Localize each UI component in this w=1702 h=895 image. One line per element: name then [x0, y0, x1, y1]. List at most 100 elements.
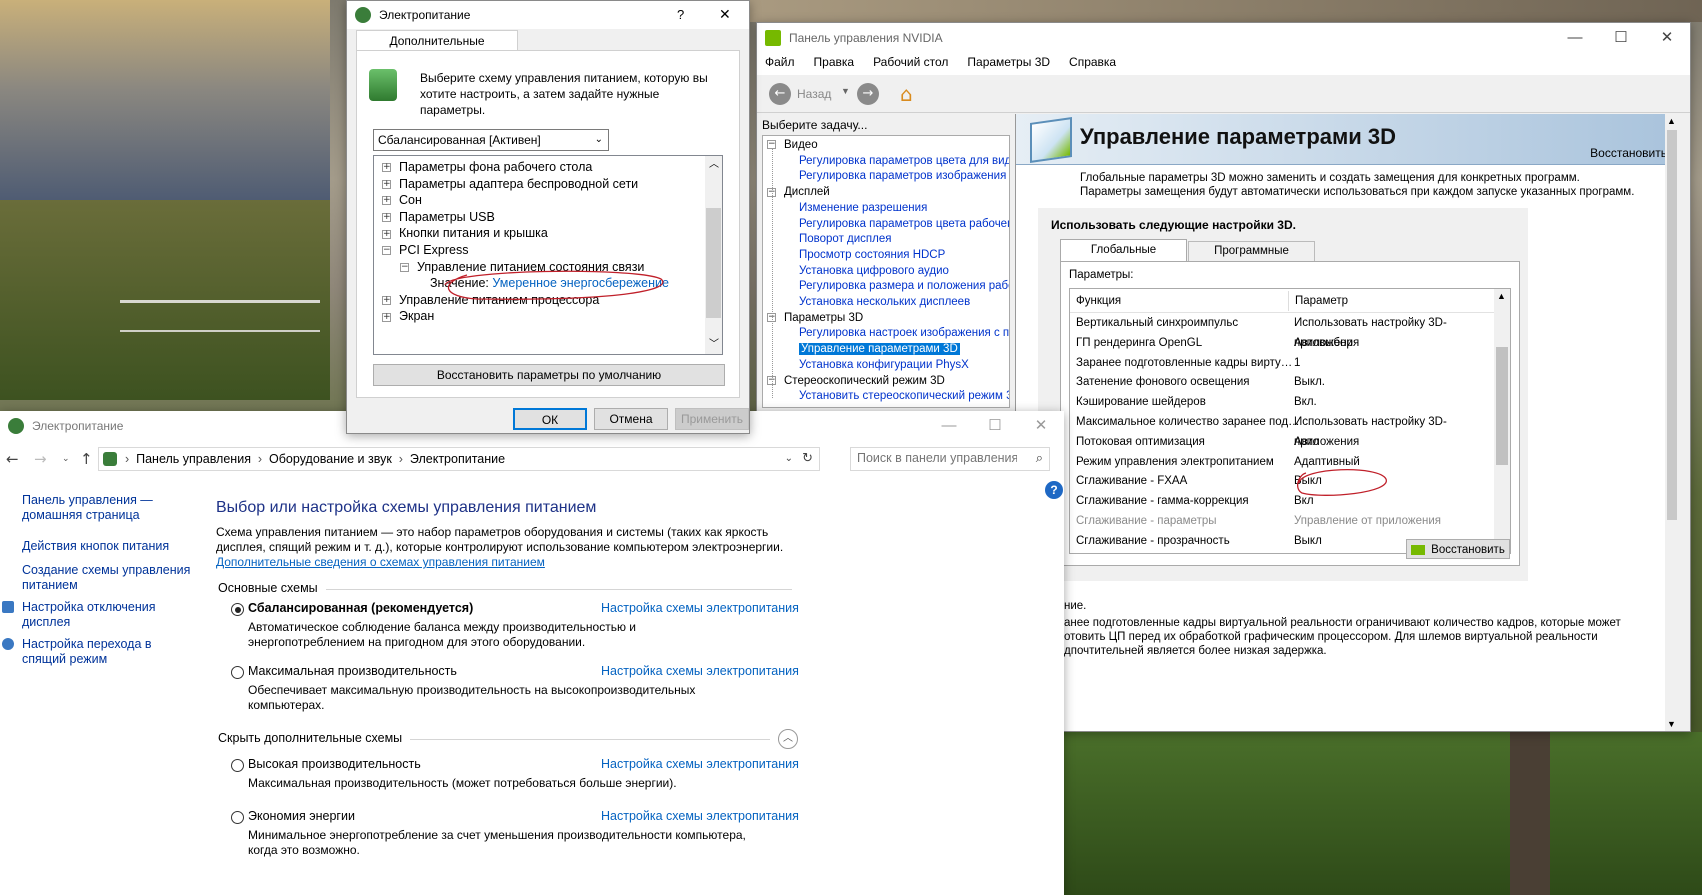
- header-restore-link[interactable]: Восстановить: [1590, 146, 1667, 160]
- tree-scroll-up-icon[interactable]: ︿: [709, 156, 719, 174]
- task-category[interactable]: − Параметры 3D: [767, 311, 863, 325]
- task-item[interactable]: Поворот дисплея: [799, 232, 891, 246]
- sidebar-power-buttons-link[interactable]: Действия кнопок питания: [22, 539, 192, 554]
- plan-name[interactable]: Экономия энергии: [248, 809, 355, 823]
- task-item-selected[interactable]: Управление параметрами 3D: [799, 342, 960, 356]
- table-row[interactable]: Сглаживание - FXAA Выкл: [1070, 471, 1494, 491]
- table-row[interactable]: ГП рендеринга OpenGL Автовыбор: [1070, 333, 1494, 353]
- maximize-button[interactable]: ☐: [972, 411, 1018, 441]
- plan-radio[interactable]: [231, 759, 244, 772]
- menu-3d-settings[interactable]: Параметры 3D: [967, 53, 1050, 75]
- menu-help[interactable]: Справка: [1069, 53, 1116, 75]
- tree-scroll-down-icon[interactable]: ﹀: [709, 336, 719, 354]
- sidebar-display-off-link[interactable]: Настройка отключения дисплея: [22, 600, 172, 630]
- plan-radio[interactable]: [231, 666, 244, 679]
- expand-toggle-icon[interactable]: +: [382, 163, 391, 173]
- scroll-up-icon[interactable]: ▲: [1497, 291, 1506, 301]
- plan-settings-link[interactable]: Настройка схемы электропитания: [601, 664, 799, 678]
- content-scroll-up-icon[interactable]: ▲: [1667, 116, 1676, 126]
- collapse-chevron-icon[interactable]: ︿: [778, 729, 798, 749]
- address-dropdown-icon[interactable]: ⌄: [785, 448, 793, 470]
- plan-settings-link[interactable]: Настройка схемы электропитания: [601, 757, 799, 771]
- task-item[interactable]: Регулировка параметров цвета рабочег: [799, 217, 1009, 231]
- task-item[interactable]: Установка конфигурации PhysX: [799, 358, 969, 372]
- help-button[interactable]: ?: [677, 7, 684, 22]
- task-item[interactable]: Регулировка размера и положения рабо: [799, 279, 1009, 293]
- tree-scrollbar[interactable]: ︿ ﹀: [705, 156, 722, 354]
- tab-global[interactable]: Глобальные параметры: [1060, 239, 1187, 276]
- cancel-button[interactable]: Отмена: [594, 408, 668, 430]
- expand-toggle-icon[interactable]: +: [382, 196, 391, 206]
- tree-item[interactable]: + Параметры фона рабочего стола: [382, 158, 592, 176]
- menu-file[interactable]: Файл: [765, 53, 795, 75]
- search-box[interactable]: ⌕: [850, 447, 1050, 471]
- expand-toggle-icon[interactable]: +: [382, 296, 391, 305]
- refresh-icon[interactable]: ↻: [802, 448, 813, 470]
- menu-desktop[interactable]: Рабочий стол: [873, 53, 948, 75]
- task-category[interactable]: − Дисплей: [767, 185, 830, 199]
- tree-item[interactable]: + Экран: [382, 307, 434, 325]
- minimize-button[interactable]: —: [1552, 23, 1598, 53]
- tab-advanced[interactable]: Дополнительные параметры: [356, 30, 518, 68]
- table-scrollbar[interactable]: ▲ ▼: [1494, 289, 1510, 553]
- ok-button[interactable]: ОК: [513, 408, 587, 430]
- tree-item[interactable]: + Параметры USB: [382, 208, 495, 226]
- tree-item[interactable]: + Кнопки питания и крышка: [382, 224, 548, 242]
- expand-toggle-icon[interactable]: −: [382, 246, 391, 256]
- column-param[interactable]: Параметр: [1288, 291, 1348, 311]
- task-item[interactable]: Регулировка параметров цвета для вид: [799, 154, 1009, 168]
- sidebar-home-link[interactable]: Панель управления — домашняя страница: [22, 493, 172, 523]
- task-category[interactable]: − Видео: [767, 138, 818, 152]
- expand-toggle-icon[interactable]: +: [382, 312, 391, 322]
- content-scroll-down-icon[interactable]: ▼: [1667, 719, 1676, 729]
- restore-defaults-button[interactable]: Восстановить параметры по умолчанию: [373, 364, 725, 386]
- table-row[interactable]: Сглаживание - гамма-коррекция Вкл: [1070, 491, 1494, 511]
- tree-scroll-thumb[interactable]: [706, 208, 721, 318]
- task-item[interactable]: Регулировка параметров изображения д: [799, 169, 1009, 183]
- plan-settings-link[interactable]: Настройка схемы электропитания: [601, 601, 799, 615]
- home-icon[interactable]: ⌂: [900, 82, 924, 106]
- plan-name[interactable]: Максимальная производительность: [248, 664, 457, 678]
- back-dropdown-icon[interactable]: ▼: [841, 86, 850, 96]
- task-item[interactable]: Установить стереоскопический режим 3: [799, 389, 1009, 403]
- sidebar-create-plan-link[interactable]: Создание схемы управления питанием: [22, 563, 192, 593]
- content-scrollbar[interactable]: ▲ ▼: [1665, 114, 1679, 731]
- forward-arrow-icon[interactable]: →: [34, 450, 47, 468]
- table-row[interactable]: Максимальное количество заранее под… Испо…: [1070, 412, 1494, 448]
- scroll-thumb[interactable]: [1496, 347, 1508, 465]
- close-button[interactable]: ✕: [1644, 23, 1690, 53]
- breadcrumb-power[interactable]: Электропитание: [410, 452, 505, 466]
- learn-more-link[interactable]: Дополнительные сведения о схемах управле…: [216, 555, 545, 569]
- tab-program[interactable]: Программные настройки: [1188, 241, 1315, 276]
- table-row[interactable]: Сглаживание - параметры Управление от при…: [1070, 511, 1494, 531]
- tree-item[interactable]: + Параметры адаптера беспроводной сети: [382, 175, 638, 193]
- close-button[interactable]: ✕: [719, 6, 731, 23]
- expand-toggle-icon[interactable]: +: [382, 179, 391, 189]
- task-item[interactable]: Установка цифрового аудио: [799, 264, 949, 278]
- plan-name[interactable]: Высокая производительность: [248, 757, 421, 771]
- table-row[interactable]: Затенение фонового освещения Выкл.: [1070, 372, 1494, 392]
- address-bar[interactable]: › Панель управления › Оборудование и зву…: [98, 447, 820, 471]
- maximize-button[interactable]: ☐: [1598, 23, 1644, 53]
- apply-button[interactable]: Применить: [675, 408, 749, 430]
- recent-dropdown-icon[interactable]: ⌄: [62, 453, 70, 464]
- scheme-select[interactable]: Сбалансированная [Активен] ⌄: [373, 129, 609, 151]
- up-arrow-icon[interactable]: ↑: [80, 450, 93, 468]
- plan-radio[interactable]: [231, 603, 244, 616]
- back-arrow-icon[interactable]: ←: [6, 450, 19, 468]
- plan-name[interactable]: Сбалансированная (рекомендуется): [248, 601, 473, 615]
- sidebar-sleep-link[interactable]: Настройка перехода в спящий режим: [22, 637, 172, 667]
- task-item[interactable]: Изменение разрешения: [799, 201, 927, 215]
- forward-arrow-icon[interactable]: →: [857, 83, 879, 105]
- help-icon[interactable]: ?: [1045, 481, 1063, 499]
- content-scroll-thumb[interactable]: [1667, 130, 1677, 520]
- expand-toggle-icon[interactable]: −: [400, 262, 409, 272]
- task-item[interactable]: Регулировка настроек изображения с пр: [799, 326, 1009, 340]
- task-item[interactable]: Просмотр состояния HDCP: [799, 248, 945, 262]
- tree-item[interactable]: − PCI Express: [382, 241, 468, 259]
- minimize-button[interactable]: —: [926, 411, 972, 441]
- table-row[interactable]: Потоковая оптимизация Авто: [1070, 432, 1494, 452]
- expand-toggle-icon[interactable]: +: [382, 229, 391, 239]
- plan-settings-link[interactable]: Настройка схемы электропитания: [601, 809, 799, 823]
- breadcrumb-control-panel[interactable]: Панель управления: [136, 452, 251, 466]
